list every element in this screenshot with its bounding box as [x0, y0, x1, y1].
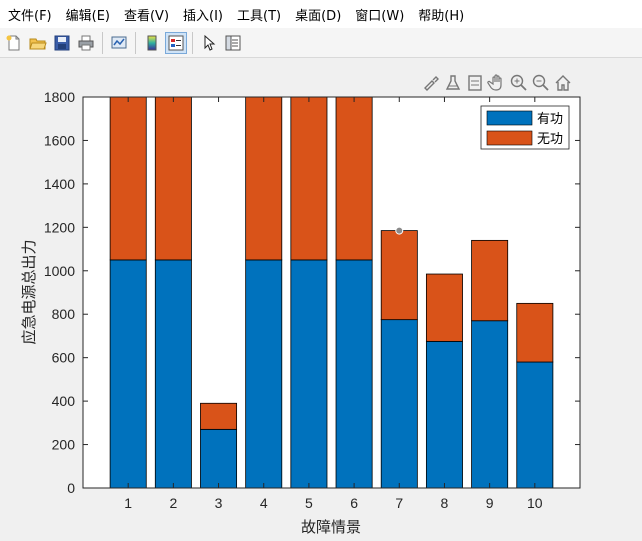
bar-reactive-8[interactable]: [425, 273, 463, 342]
y-tick-label: 200: [52, 437, 76, 453]
bar-reactive-1[interactable]: [109, 96, 147, 261]
bar-active-5[interactable]: [290, 259, 328, 489]
y-tick-label: 0: [67, 480, 75, 496]
home-button[interactable]: [552, 72, 574, 94]
data-cursor-marker[interactable]: [395, 226, 404, 235]
axes-toolbar: [420, 71, 574, 95]
annotation-group: [395, 226, 404, 235]
bar-reactive-10[interactable]: [516, 302, 554, 363]
data-cursor-icon: [445, 75, 461, 90]
zoom-in-button[interactable]: [508, 72, 530, 94]
restore-view-icon: [468, 75, 482, 91]
bar-reactive-3[interactable]: [200, 402, 238, 430]
home-icon: [555, 75, 571, 91]
bar-active-2[interactable]: [154, 259, 192, 489]
x-tick-label: 10: [527, 495, 543, 511]
y-axis-label: 应急电源总出力: [20, 239, 38, 344]
x-tick-label: 8: [441, 495, 449, 511]
bar-active-3[interactable]: [200, 428, 238, 489]
pan-button[interactable]: [486, 72, 508, 94]
restore-view-button[interactable]: [464, 72, 486, 94]
y-tick-label: 1600: [44, 132, 75, 148]
y-tick-label: 600: [52, 350, 76, 366]
x-tick-label: 6: [350, 495, 358, 511]
brush-icon: [424, 76, 439, 91]
bar-reactive-4[interactable]: [245, 96, 283, 261]
y-tick-label: 1400: [44, 176, 75, 192]
y-tick-label: 400: [52, 393, 76, 409]
x-axis-label: 故障情景: [301, 518, 361, 536]
y-tick-label: 1000: [44, 263, 75, 279]
bar-active-10[interactable]: [516, 361, 554, 489]
x-tick-label: 9: [486, 495, 494, 511]
zoom-out-button[interactable]: [530, 72, 552, 94]
bar-reactive-7[interactable]: [380, 230, 418, 321]
bar-reactive-6[interactable]: [335, 96, 373, 261]
legend[interactable]: 有功 无功: [480, 105, 570, 150]
bar-reactive-5[interactable]: [290, 96, 328, 261]
bar-active-6[interactable]: [335, 259, 373, 489]
zoom-out-icon: [532, 74, 549, 91]
x-tick-label: 7: [395, 495, 403, 511]
pan-icon: [487, 74, 502, 91]
x-tick-label: 1: [124, 495, 132, 511]
bar-reactive-2[interactable]: [154, 96, 192, 261]
bar-reactive-9[interactable]: [471, 239, 509, 322]
y-tick-label: 1200: [44, 219, 75, 235]
x-tick-label: 3: [215, 495, 223, 511]
x-tick-label: 5: [305, 495, 313, 511]
bar-active-4[interactable]: [245, 259, 283, 489]
x-tick-label: 2: [169, 495, 177, 511]
bar-active-7[interactable]: [380, 319, 418, 489]
y-tick-label: 800: [52, 306, 76, 322]
x-tick-label: 4: [260, 495, 268, 511]
zoom-in-icon: [510, 74, 527, 91]
legend-label-reactive: 无功: [537, 132, 563, 147]
legend-swatch-active: [486, 110, 533, 126]
data-cursor-button[interactable]: [442, 72, 464, 94]
brush-button[interactable]: [420, 72, 442, 94]
bar-active-1[interactable]: [109, 259, 147, 489]
legend-label-active: 有功: [537, 112, 563, 127]
bar-active-9[interactable]: [471, 320, 509, 489]
y-tick-label: 1800: [44, 89, 75, 105]
legend-swatch-reactive: [486, 130, 533, 146]
bar-active-8[interactable]: [425, 340, 463, 489]
